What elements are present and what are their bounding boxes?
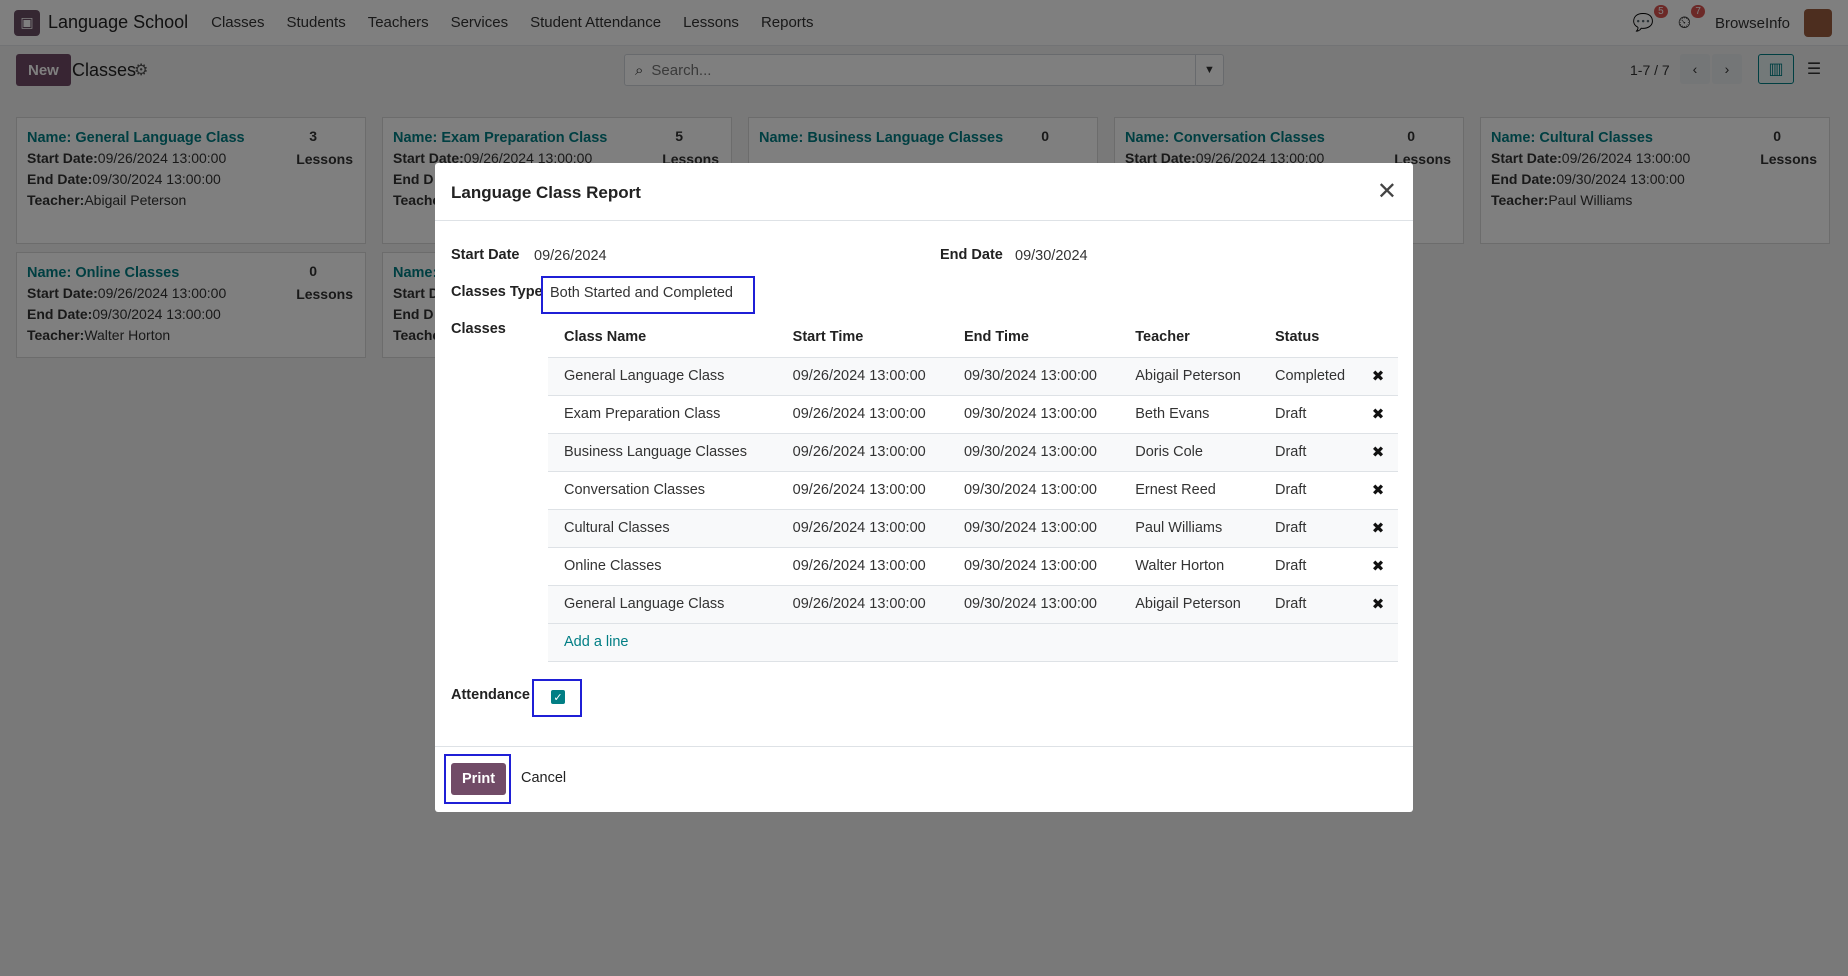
cell-start-time[interactable]: 09/26/2024 13:00:00 [776,585,948,624]
cell-end-time[interactable]: 09/30/2024 13:00:00 [947,509,1120,548]
cell-class-name[interactable]: Cultural Classes [548,509,777,548]
cell-teacher[interactable]: Walter Horton [1119,547,1259,586]
cell-class-name[interactable]: Business Language Classes [548,433,777,472]
cell-class-name[interactable]: General Language Class [548,585,777,624]
delete-row-icon[interactable]: ✖ [1358,585,1398,624]
end-date-field[interactable]: 09/30/2024 [1015,248,1088,264]
start-date-label: Start Date [451,247,520,263]
delete-row-icon[interactable]: ✖ [1358,357,1398,396]
column-end-time[interactable]: End Time [947,318,1120,358]
table-row[interactable]: Conversation Classes 09/26/2024 13:00:00… [548,471,1398,510]
column-teacher[interactable]: Teacher [1119,318,1259,358]
cell-status[interactable]: Draft [1258,471,1358,510]
close-icon[interactable]: ✕ [1377,177,1397,206]
cell-end-time[interactable]: 09/30/2024 13:00:00 [947,395,1120,434]
cell-class-name[interactable]: Exam Preparation Class [548,395,777,434]
add-a-line-link[interactable]: Add a line [564,634,629,650]
column-start-time[interactable]: Start Time [776,318,948,358]
modal-title: Language Class Report [451,183,641,202]
modal-footer: Print Cancel [435,746,1413,812]
classes-type-label: Classes Type [451,284,543,300]
cell-end-time[interactable]: 09/30/2024 13:00:00 [947,585,1120,624]
cell-start-time[interactable]: 09/26/2024 13:00:00 [776,395,948,434]
column-status[interactable]: Status [1258,318,1358,358]
cell-teacher[interactable]: Ernest Reed [1119,471,1259,510]
column-class-name[interactable]: Class Name [548,318,777,358]
cell-status[interactable]: Draft [1258,585,1358,624]
table-row[interactable]: General Language Class 09/26/2024 13:00:… [548,585,1398,624]
cell-status[interactable]: Draft [1258,395,1358,434]
table-row[interactable]: Online Classes 09/26/2024 13:00:00 09/30… [548,547,1398,586]
cell-class-name[interactable]: Conversation Classes [548,471,777,510]
table-row[interactable]: Exam Preparation Class 09/26/2024 13:00:… [548,395,1398,434]
cancel-button[interactable]: Cancel [521,770,566,786]
delete-row-icon[interactable]: ✖ [1358,395,1398,434]
add-line-row: Add a line [548,623,1398,662]
language-class-report-dialog: Language Class Report ✕ Start Date 09/26… [435,163,1413,812]
end-date-label: End Date [940,247,1003,263]
classes-table: Class Name Start Time End Time Teacher S… [548,318,1398,662]
cell-start-time[interactable]: 09/26/2024 13:00:00 [776,471,948,510]
cell-teacher[interactable]: Abigail Peterson [1119,585,1259,624]
column-delete [1358,318,1398,358]
classes-type-select[interactable]: Both Started and Completed [550,285,733,301]
table-row[interactable]: General Language Class 09/26/2024 13:00:… [548,357,1398,396]
cell-teacher[interactable]: Paul Williams [1119,509,1259,548]
print-button[interactable]: Print [451,763,507,795]
delete-row-icon[interactable]: ✖ [1358,433,1398,472]
cell-start-time[interactable]: 09/26/2024 13:00:00 [776,433,948,472]
cell-teacher[interactable]: Abigail Peterson [1119,357,1259,396]
cell-status[interactable]: Completed [1258,357,1358,396]
cell-status[interactable]: Draft [1258,433,1358,472]
start-date-field[interactable]: 09/26/2024 [534,248,607,264]
cell-teacher[interactable]: Beth Evans [1119,395,1259,434]
table-row[interactable]: Business Language Classes 09/26/2024 13:… [548,433,1398,472]
attendance-checkbox[interactable]: ✓ [551,690,565,704]
cell-status[interactable]: Draft [1258,509,1358,548]
cell-start-time[interactable]: 09/26/2024 13:00:00 [776,547,948,586]
cell-end-time[interactable]: 09/30/2024 13:00:00 [947,433,1120,472]
delete-row-icon[interactable]: ✖ [1358,547,1398,586]
cell-class-name[interactable]: General Language Class [548,357,777,396]
cell-start-time[interactable]: 09/26/2024 13:00:00 [776,357,948,396]
modal-header: Language Class Report ✕ [435,163,1413,221]
delete-row-icon[interactable]: ✖ [1358,509,1398,548]
cell-teacher[interactable]: Doris Cole [1119,433,1259,472]
cell-start-time[interactable]: 09/26/2024 13:00:00 [776,509,948,548]
cell-end-time[interactable]: 09/30/2024 13:00:00 [947,547,1120,586]
attendance-label: Attendance [451,687,530,703]
classes-label: Classes [451,321,506,337]
cell-status[interactable]: Draft [1258,547,1358,586]
delete-row-icon[interactable]: ✖ [1358,471,1398,510]
cell-class-name[interactable]: Online Classes [548,547,777,586]
cell-end-time[interactable]: 09/30/2024 13:00:00 [947,357,1120,396]
cell-end-time[interactable]: 09/30/2024 13:00:00 [947,471,1120,510]
table-row[interactable]: Cultural Classes 09/26/2024 13:00:00 09/… [548,509,1398,548]
